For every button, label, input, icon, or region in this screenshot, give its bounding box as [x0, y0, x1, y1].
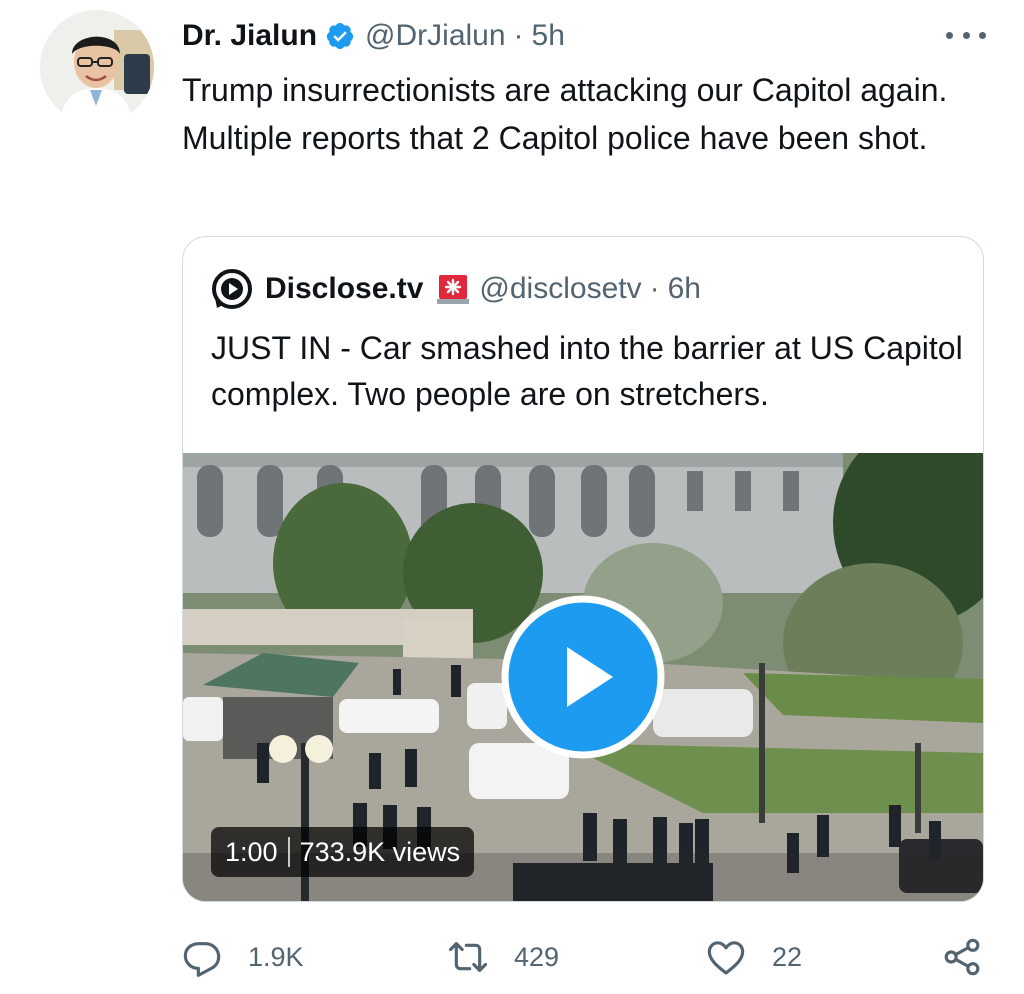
verified-badge-icon — [326, 23, 354, 50]
author-display-name[interactable]: Dr. Jialun — [182, 19, 317, 53]
disclosetv-logo[interactable] — [211, 268, 253, 310]
more-horizontal-icon — [946, 31, 953, 39]
separator-dot: · — [649, 272, 660, 305]
tweet-header: Dr. Jialun @DrJialun · 5h — [182, 16, 565, 56]
badge-divider — [287, 837, 290, 867]
heart-icon — [707, 941, 745, 975]
author-handle[interactable]: @DrJialun — [365, 19, 506, 53]
separator-dot: · — [513, 19, 524, 52]
quoted-author-handle[interactable]: @disclosetv — [479, 272, 641, 306]
retweet-button[interactable]: 429 — [448, 932, 559, 982]
reply-button[interactable]: 1.9K — [182, 932, 304, 982]
share-icon — [944, 938, 980, 976]
tweet-timestamp[interactable]: 5h — [532, 19, 565, 53]
reply-count: 1.9K — [248, 941, 304, 972]
quoted-tweet-text: JUST IN - Car smashed into the barrier a… — [211, 330, 963, 412]
more-horizontal-icon — [979, 31, 986, 39]
like-count: 22 — [772, 941, 803, 972]
video-info-badge: 1:00 733.9K views — [211, 827, 475, 877]
tweet-text: Trump insurrectionists are attacking our… — [182, 72, 948, 156]
siren-emoji-icon — [437, 275, 470, 304]
retweet-count: 429 — [514, 941, 560, 972]
quoted-author-display-name[interactable]: Disclose.tv — [265, 272, 423, 306]
video-duration: 1:00 — [225, 836, 278, 867]
reply-icon — [183, 942, 221, 977]
tweet-action-bar: 1.9K 429 22 — [182, 932, 990, 982]
more-options-button[interactable] — [946, 20, 986, 50]
share-button[interactable] — [942, 932, 982, 982]
quoted-tweet-card[interactable]: Disclose.tv @disclosetv · 6h JUST IN - C… — [182, 236, 984, 902]
play-button[interactable] — [501, 595, 665, 759]
video-player[interactable]: 1:00 733.9K views — [183, 453, 983, 901]
more-horizontal-icon — [962, 31, 970, 39]
quoted-tweet-timestamp[interactable]: 6h — [668, 272, 701, 306]
like-button[interactable]: 22 — [706, 932, 802, 982]
avatar-photo — [40, 10, 154, 124]
avatar[interactable] — [40, 10, 154, 124]
retweet-icon — [448, 942, 488, 972]
video-view-count: 733.9K views — [299, 836, 461, 867]
quoted-tweet-header: Disclose.tv @disclosetv · 6h — [211, 267, 701, 311]
